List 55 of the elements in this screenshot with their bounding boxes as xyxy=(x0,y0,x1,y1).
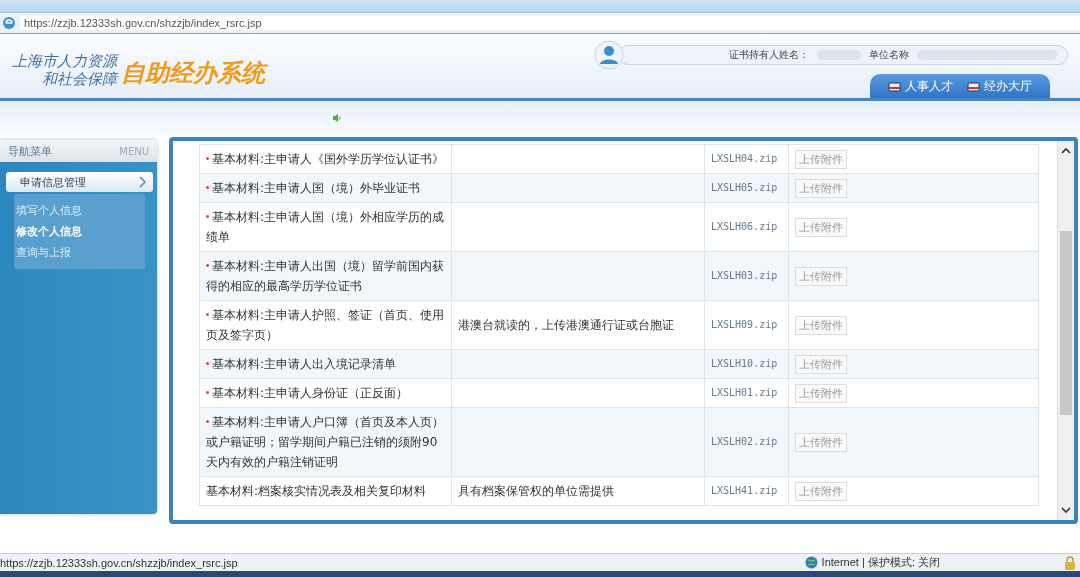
material-note: 具有档案保管权的单位需提供 xyxy=(458,484,614,498)
upload-button[interactable]: 上传附件 xyxy=(795,433,847,452)
file-name: LXSLH01.zip xyxy=(711,387,778,398)
org-name: 和社会保障 xyxy=(42,70,117,88)
upload-button[interactable]: 上传附件 xyxy=(795,150,847,169)
submenu-item[interactable]: 填写个人信息 xyxy=(16,200,145,221)
file-name: LXSLH06.zip xyxy=(711,221,778,232)
scroll-up-icon[interactable] xyxy=(1061,147,1071,155)
upload-button[interactable]: 上传附件 xyxy=(795,267,847,286)
material-name: 基本材料:主申请人出入境记录清单 xyxy=(212,357,397,371)
menu-title: 导航菜单 xyxy=(8,143,52,159)
material-name: 基本材料:主申请人身份证（正反面） xyxy=(212,386,409,400)
file-name: LXSLH05.zip xyxy=(711,182,778,193)
nav-tab[interactable]: 经办大厅 xyxy=(967,78,1032,95)
address-field[interactable]: https://zzjb.12333sh.gov.cn/shzzjb/index_rsrc.jsp xyxy=(20,16,1080,30)
file-name: LXSLH04.zip xyxy=(711,153,778,164)
chevron-icon xyxy=(139,176,147,188)
file-name: LXSLH10.zip xyxy=(711,358,778,369)
scroll-down-icon[interactable] xyxy=(1061,506,1071,514)
menu-group[interactable]: 申请信息管理 xyxy=(6,172,153,192)
material-name: 基本材料:主申请人护照、签证（首页、使用页及签字页） xyxy=(206,308,445,342)
lock-icon xyxy=(1064,555,1076,570)
material-name: 基本材料:主申请人国（境）外相应学历的成绩单 xyxy=(206,210,445,244)
status-url: https://zzjb.12333sh.gov.cn/shzzjb/index_rsrc.jsp xyxy=(0,556,238,569)
speaker-icon[interactable] xyxy=(332,113,342,123)
globe-icon xyxy=(804,556,818,569)
menu-title: MENU xyxy=(119,145,149,157)
upload-button[interactable]: 上传附件 xyxy=(795,355,847,374)
submenu-item[interactable]: 修改个人信息 xyxy=(16,221,145,242)
file-name: LXSLH03.zip xyxy=(711,270,778,281)
unit-label: 单位名称 xyxy=(869,48,909,62)
material-name: 基本材料:主申请人国（境）外毕业证书 xyxy=(212,181,421,195)
card-icon xyxy=(888,80,901,93)
scrollbar[interactable] xyxy=(1058,141,1074,520)
file-name: LXSLH02.zip xyxy=(711,436,778,447)
browser-icon xyxy=(2,16,16,30)
material-name: 基本材料:主申请人户口簿（首页及本人页）或户籍证明；留学期间户籍已注销的须附90天内有效的户籍注销证明 xyxy=(206,415,445,469)
material-note: 港澳台就读的，上传港澳通行证或台胞证 xyxy=(458,318,674,332)
material-name: 基本材料:主申请人《国外学历学位认证书》 xyxy=(212,152,445,166)
material-name: 基本材料:主申请人出国（境）留学前国内获得的相应的最高学历学位证书 xyxy=(206,259,445,293)
upload-button[interactable]: 上传附件 xyxy=(795,179,847,198)
upload-button[interactable]: 上传附件 xyxy=(795,316,847,335)
nav-tab[interactable]: 人事人才 xyxy=(888,78,953,95)
card-icon xyxy=(967,80,980,93)
material-name: 基本材料:档案核实情况表及相关复印材料 xyxy=(206,484,427,498)
file-name: LXSLH41.zip xyxy=(711,485,778,496)
scrollbar-thumb[interactable] xyxy=(1060,231,1072,415)
upload-button[interactable]: 上传附件 xyxy=(795,218,847,237)
submenu-item[interactable]: 查询与上报 xyxy=(16,242,145,263)
upload-button[interactable]: 上传附件 xyxy=(795,384,847,403)
security-zone: Internet | 保护模式: 关闭 xyxy=(821,555,940,570)
upload-button[interactable]: 上传附件 xyxy=(795,482,847,501)
org-name: 上海市人力资源 xyxy=(12,52,117,70)
holder-label: 证书持有人姓名： xyxy=(729,48,809,62)
file-name: LXSLH09.zip xyxy=(711,319,778,330)
